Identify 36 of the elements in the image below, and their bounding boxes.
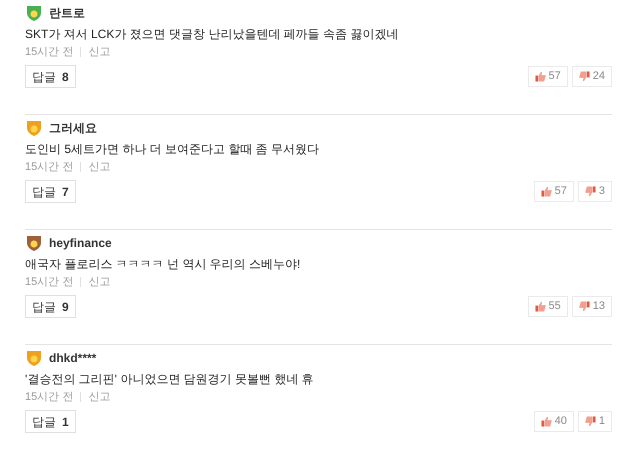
thumbs-up-icon bbox=[540, 186, 552, 197]
username[interactable]: 그러세요 bbox=[49, 119, 97, 137]
thumbs-up-icon bbox=[540, 416, 552, 427]
thumbs-down-icon bbox=[584, 416, 596, 427]
like-button[interactable]: 57 bbox=[528, 66, 568, 87]
thumbs-up-icon bbox=[534, 71, 546, 82]
report-link[interactable]: 신고 bbox=[88, 389, 110, 405]
report-link[interactable]: 신고 bbox=[88, 159, 110, 175]
thumbs-up-icon bbox=[534, 301, 546, 312]
comment-text: 도인비 5세트가면 하나 더 보여준다고 할때 좀 무서웠다 bbox=[25, 141, 320, 157]
like-button[interactable]: 55 bbox=[528, 296, 568, 317]
dislike-button[interactable]: 13 bbox=[572, 296, 612, 317]
dislike-button[interactable]: 1 bbox=[578, 411, 612, 432]
report-link[interactable]: 신고 bbox=[88, 274, 110, 290]
comment-text: '결승전의 그리핀' 아니었으면 담원경기 못볼뻔 했네 휴 bbox=[25, 371, 315, 387]
username[interactable]: dhkd**** bbox=[49, 349, 96, 367]
timestamp: 15시간 전 bbox=[25, 160, 74, 175]
comment-text: SKT가 져서 LCK가 졌으면 댓글창 난리났을텐데 페까들 속좀 끓이겠네 bbox=[25, 26, 400, 42]
dislike-button[interactable]: 24 bbox=[572, 66, 612, 87]
timestamp: 15시간 전 bbox=[25, 45, 74, 60]
reply-button[interactable]: 답글 9 bbox=[25, 295, 76, 318]
reply-button[interactable]: 답글 1 bbox=[25, 410, 76, 433]
like-button[interactable]: 57 bbox=[534, 181, 574, 202]
comment-text: 애국자 플로리스 ㅋㅋㅋㅋ 넌 역시 우리의 스베누야! bbox=[25, 256, 302, 272]
timestamp: 15시간 전 bbox=[25, 275, 74, 290]
thumbs-down-icon bbox=[584, 186, 596, 197]
username[interactable]: 란트로 bbox=[49, 4, 85, 22]
thumbs-down-icon bbox=[578, 301, 590, 312]
timestamp: 15시간 전 bbox=[25, 390, 74, 405]
report-link[interactable]: 신고 bbox=[88, 44, 110, 60]
reply-button[interactable]: 답글 8 bbox=[25, 65, 76, 88]
reply-button[interactable]: 답글 7 bbox=[25, 180, 76, 203]
like-button[interactable]: 40 bbox=[534, 411, 574, 432]
thumbs-down-icon bbox=[578, 71, 590, 82]
username[interactable]: heyfinance bbox=[49, 234, 112, 252]
dislike-button[interactable]: 3 bbox=[578, 181, 612, 202]
